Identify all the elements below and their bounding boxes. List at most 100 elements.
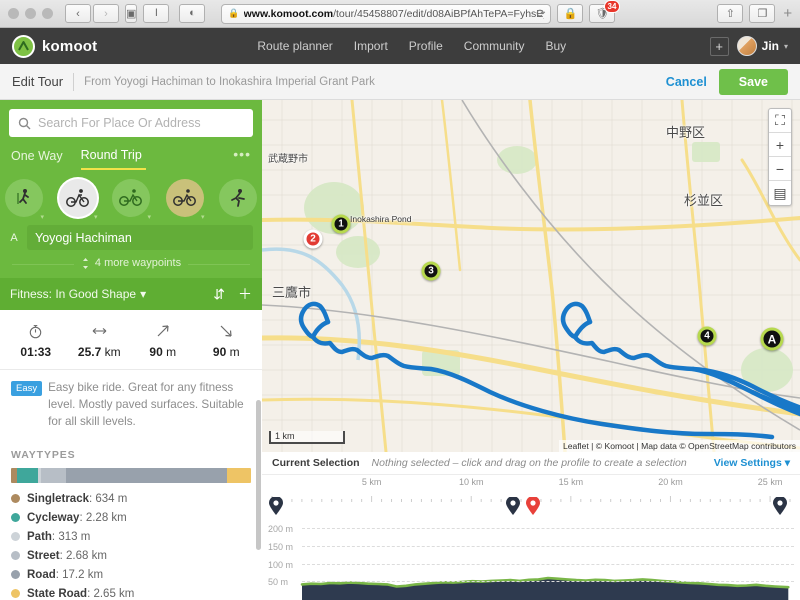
- back-arrow-icon[interactable]: ‹: [65, 4, 91, 23]
- fitness-selector[interactable]: Fitness: In Good Shape ▾ ⇵ ＋: [0, 278, 262, 310]
- sport-bicycle-touring[interactable]: ▾: [58, 179, 98, 221]
- map-marker-3[interactable]: 3: [421, 261, 441, 281]
- nav-item-route-planner[interactable]: Route planner: [257, 39, 332, 53]
- lock-icon: 🔒: [228, 8, 240, 18]
- chevron-down-icon: ▾: [783, 41, 788, 51]
- view-settings-button[interactable]: View Settings ▾: [714, 457, 790, 469]
- user-menu[interactable]: Jin ▾: [736, 36, 788, 56]
- navigation-buttons[interactable]: ‹ ›: [65, 4, 119, 23]
- tab-overview-icon[interactable]: ❐: [749, 4, 776, 23]
- current-selection-note: Nothing selected – click and drag on the…: [371, 457, 687, 469]
- stat-distance-value: 25.7 km: [77, 345, 121, 359]
- nav-item-profile[interactable]: Profile: [409, 39, 443, 53]
- chevron-down-icon[interactable]: ▾: [201, 213, 205, 221]
- user-name: Jin: [761, 39, 779, 53]
- address-bar-container: I ◐ 🔒 www.komoot.com/tour/45458807/edit/…: [143, 3, 552, 24]
- reload-icon[interactable]: ⟳: [536, 7, 545, 20]
- zoom-out-icon[interactable]: −: [769, 157, 791, 181]
- selected-pin-icon[interactable]: [525, 496, 540, 515]
- waytypes-title: WAYTYPES: [11, 448, 76, 461]
- hiking-icon: [5, 179, 43, 217]
- tab-one-way[interactable]: One Way: [11, 143, 67, 169]
- map-marker-start[interactable]: A: [760, 327, 784, 351]
- mountain-bike-icon: [112, 179, 150, 217]
- legend-text: Singletrack: 634 m: [27, 492, 128, 505]
- more-waypoints-label: 4 more waypoints: [94, 257, 182, 269]
- stat-duration: 01:33: [4, 322, 68, 359]
- more-waypoints-toggle[interactable]: 4 more waypoints: [0, 250, 262, 278]
- sidebar-toggle-icon[interactable]: ▣: [125, 4, 138, 23]
- cancel-button[interactable]: Cancel: [666, 75, 707, 89]
- lock-status-icon[interactable]: 🔒: [557, 4, 584, 23]
- chevron-down-icon[interactable]: ▾: [40, 213, 44, 221]
- waytype-segment: [17, 467, 39, 483]
- tour-stats: 01:33 25.7 km 90 m 90 m: [0, 310, 262, 370]
- legend-text: Path: 313 m: [27, 530, 91, 543]
- search-input[interactable]: Search For Place Or Address: [9, 109, 253, 137]
- x-axis-tick: 5 km: [361, 477, 382, 487]
- sidebar-scrollbar[interactable]: [256, 400, 261, 550]
- divider: [73, 72, 75, 91]
- url-text: www.komoot.com/tour/45458807/edit/d08AiB…: [243, 7, 545, 20]
- map-marker-2[interactable]: 2: [303, 229, 323, 249]
- map-marker-1[interactable]: 1: [331, 214, 351, 234]
- new-tab-icon[interactable]: +: [781, 5, 794, 22]
- nav-item-import[interactable]: Import: [354, 39, 388, 53]
- current-selection-title: Current Selection: [272, 457, 360, 469]
- close-window-button[interactable]: [8, 8, 19, 19]
- notification-badge: 34: [603, 0, 621, 13]
- map-canvas[interactable]: 中野区 杉並区 三鷹市 武蔵野市 Inokashira Pond 1 2 3 4…: [262, 100, 800, 452]
- chevron-down-icon[interactable]: ▾: [94, 213, 98, 221]
- nav-item-community[interactable]: Community: [464, 39, 525, 53]
- stat-descent-value: 90 m: [212, 345, 240, 359]
- sport-hiking[interactable]: ▾: [4, 179, 44, 221]
- sport-running[interactable]: [218, 179, 258, 217]
- uphill-arrow-icon: [131, 322, 195, 340]
- chevron-down-icon[interactable]: ▾: [140, 287, 146, 301]
- content-blocker-icon[interactable]: 🛡 34: [589, 0, 621, 23]
- tab-round-trip[interactable]: Round Trip: [80, 142, 146, 170]
- stat-ascent: 90 m: [131, 322, 195, 359]
- map-layers-icon[interactable]: ▤: [769, 181, 791, 205]
- waytypes-bar: [11, 467, 251, 483]
- window-traffic-lights[interactable]: [8, 8, 53, 19]
- sport-road-bike[interactable]: ▾: [165, 179, 205, 221]
- share-icon[interactable]: ⇧: [717, 4, 744, 23]
- finish-pin-icon[interactable]: [773, 496, 788, 515]
- ellipsis-icon[interactable]: •••: [233, 146, 251, 166]
- waypoint-pin-icon[interactable]: [506, 496, 521, 515]
- map-and-profile: 中野区 杉並区 三鷹市 武蔵野市 Inokashira Pond 1 2 3 4…: [262, 100, 800, 600]
- start-pin-icon[interactable]: [268, 496, 283, 515]
- sport-mountain-bike[interactable]: ▾: [111, 179, 151, 221]
- stat-duration-value: 01:33: [20, 345, 52, 359]
- privacy-report-icon[interactable]: ◐: [179, 3, 206, 23]
- maximize-window-button[interactable]: [42, 8, 53, 19]
- elevation-chart[interactable]: 50 m 100 m 150 m 200 m: [262, 517, 800, 600]
- fitness-actions: ⇵ ＋: [213, 287, 252, 301]
- minimize-window-button[interactable]: [25, 8, 36, 19]
- elevation-chart-svg: [300, 576, 790, 600]
- address-bar[interactable]: 🔒 www.komoot.com/tour/45458807/edit/d08A…: [221, 3, 552, 24]
- difficulty-text: Easy bike ride. Great for any fitness le…: [48, 381, 244, 428]
- chevron-down-icon[interactable]: ▾: [147, 213, 151, 221]
- reader-view-icon[interactable]: I: [143, 3, 170, 23]
- edit-tour-bar: Edit Tour From Yoyogi Hachiman to Inokas…: [0, 64, 800, 100]
- plus-icon[interactable]: ＋: [238, 287, 252, 301]
- swap-direction-icon[interactable]: ⇵: [213, 287, 225, 301]
- list-item: Path: 313 m: [11, 531, 251, 543]
- save-button[interactable]: Save: [718, 68, 788, 95]
- waypoint-input[interactable]: Yoyogi Hachiman: [27, 225, 253, 250]
- map-marker-4[interactable]: 4: [697, 326, 717, 346]
- profile-x-axis: 5 km 10 km 15 km 20 km 25 km: [262, 475, 800, 502]
- forward-arrow-icon[interactable]: ›: [93, 4, 119, 23]
- page-title: Edit Tour: [12, 74, 64, 89]
- nav-item-buy[interactable]: Buy: [545, 39, 566, 53]
- legend-dot: [11, 551, 20, 561]
- map-attribution[interactable]: Leaflet | © Komoot | Map data © OpenStre…: [558, 440, 800, 452]
- fullscreen-icon[interactable]: ⛶: [769, 109, 791, 133]
- zoom-in-icon[interactable]: +: [769, 133, 791, 157]
- route-planner-sidebar: Search For Place Or Address One Way Roun…: [0, 100, 262, 600]
- waytype-segment: [41, 467, 67, 483]
- plus-square-icon[interactable]: +: [709, 36, 729, 56]
- komoot-logo[interactable]: komoot: [12, 34, 97, 58]
